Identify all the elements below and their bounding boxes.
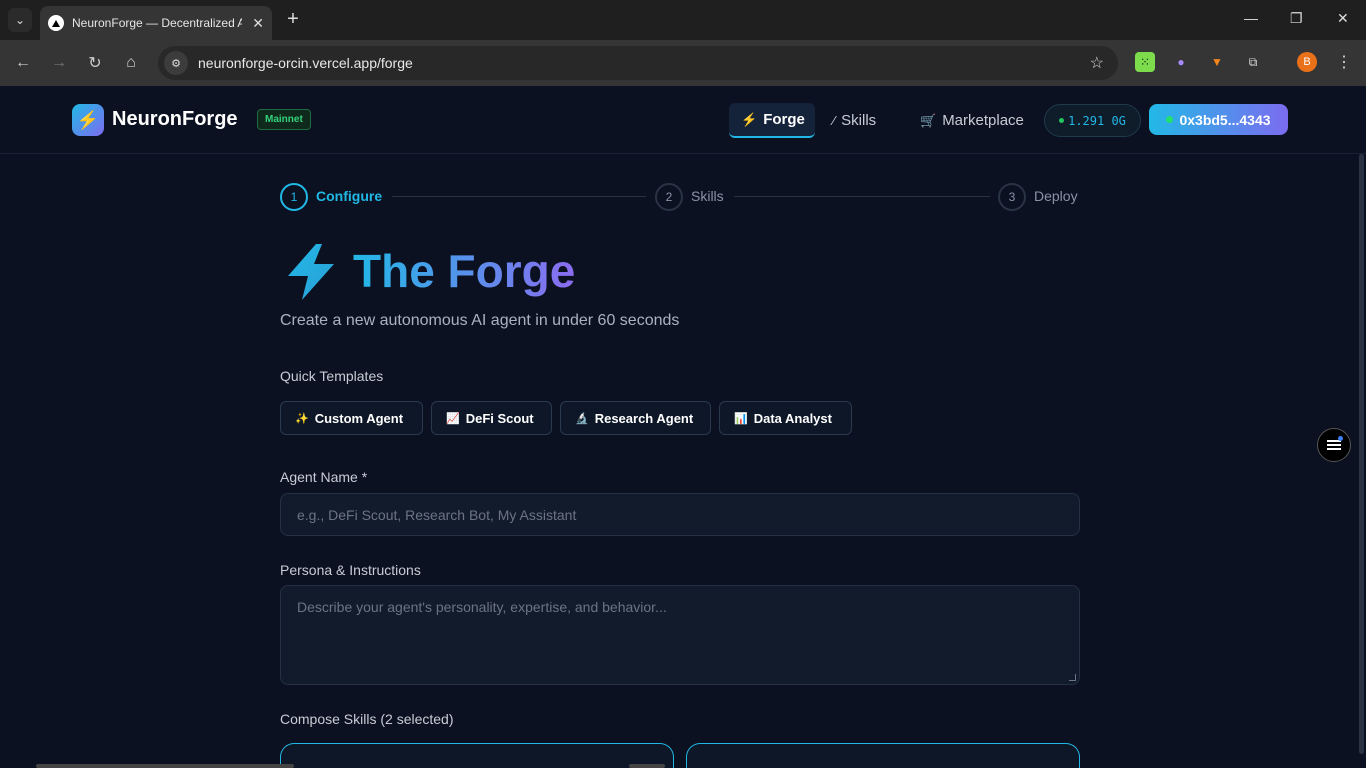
extensions-puzzle-icon[interactable]: ⧉ [1243, 52, 1263, 72]
template-label: Custom Agent [314, 410, 404, 426]
menu-fab-button[interactable] [1317, 428, 1351, 462]
site-header: ⚡ NeuronForge Mainnet ⚡ Forge ⁄ Skills 🛒… [0, 86, 1366, 154]
step-connector [392, 196, 646, 197]
template-research-agent[interactable]: 🔬 Research Agent [560, 401, 711, 435]
skill-card[interactable] [280, 743, 674, 768]
lightning-icon: ⚡ [741, 111, 758, 127]
balance-pill[interactable]: 1.291 0G [1044, 104, 1141, 137]
microscope-icon: 🔬 [575, 412, 589, 425]
profile-avatar[interactable]: B [1297, 52, 1317, 72]
nav-marketplace-label: Marketplace [942, 112, 1024, 129]
new-tab-icon[interactable]: + [282, 8, 304, 30]
forward-icon[interactable]: → [48, 52, 70, 74]
page-content: ⚡ NeuronForge Mainnet ⚡ Forge ⁄ Skills 🛒… [0, 86, 1366, 768]
extension-ghost-icon[interactable]: ● [1171, 52, 1191, 72]
step-3-circle[interactable]: 3 [998, 183, 1026, 211]
extension-dice-icon[interactable]: ⁙ [1135, 52, 1155, 72]
sparkles-icon: ✨ [295, 412, 309, 425]
site-info-icon[interactable]: ⚙ [164, 51, 188, 75]
browser-tab[interactable]: NeuronForge — Decentralized AI ✕ [40, 6, 272, 40]
home-icon[interactable]: ⌂ [120, 52, 142, 74]
template-custom-agent[interactable]: ✨ Custom Agent [280, 401, 423, 435]
tab-title: NeuronForge — Decentralized AI [72, 16, 242, 30]
bookmark-star-icon[interactable]: ☆ [1090, 53, 1104, 73]
favicon-icon [48, 15, 64, 31]
template-label: DeFi Scout [465, 410, 534, 426]
step-2-circle[interactable]: 2 [655, 183, 683, 211]
nav-forge[interactable]: ⚡ Forge [729, 103, 815, 138]
skill-card[interactable] [686, 743, 1080, 768]
nav-forge-label: Forge [763, 111, 805, 128]
url-text[interactable]: neuronforge-orcin.vercel.app/forge [198, 55, 413, 71]
skills-label: Compose Skills (2 selected) [280, 711, 454, 727]
page-subtitle: Create a new autonomous AI agent in unde… [280, 312, 680, 329]
horizontal-scrollbar[interactable] [36, 764, 294, 768]
vertical-scrollbar[interactable] [1359, 154, 1364, 754]
forge-lightning-icon [288, 244, 334, 300]
browser-toolbar: ← → ↻ ⌂ ⚙ neuronforge-orcin.vercel.app/f… [0, 40, 1366, 86]
tab-search-icon[interactable]: ⌄ [8, 8, 32, 32]
step-connector [734, 196, 990, 197]
bar-chart-icon: 📊 [734, 412, 748, 425]
chart-up-icon: 📈 [446, 412, 460, 425]
template-label: Data Analyst [753, 410, 832, 426]
step-2-label[interactable]: Skills [691, 188, 724, 204]
step-3-label[interactable]: Deploy [1034, 188, 1078, 204]
address-bar[interactable]: ⚙ neuronforge-orcin.vercel.app/forge ☆ [158, 46, 1118, 80]
persona-label: Persona & Instructions [280, 562, 421, 578]
horizontal-scrollbar-segment [629, 764, 665, 768]
reload-icon[interactable]: ↻ [84, 52, 106, 74]
extension-fox-icon[interactable]: ▼ [1207, 52, 1227, 72]
logo-text[interactable]: NeuronForge [112, 108, 238, 131]
agent-name-input[interactable]: e.g., DeFi Scout, Research Bot, My Assis… [280, 493, 1080, 536]
connected-dot-icon [1166, 116, 1174, 123]
step-1-label[interactable]: Configure [316, 188, 382, 204]
network-badge: Mainnet [257, 109, 311, 130]
close-tab-icon[interactable]: ✕ [252, 15, 264, 32]
template-data-analyst[interactable]: 📊 Data Analyst [719, 401, 852, 435]
balance-value: 1.291 0G [1068, 113, 1126, 128]
step-1-circle[interactable]: 1 [280, 183, 308, 211]
template-defi-scout[interactable]: 📈 DeFi Scout [431, 401, 552, 435]
back-icon[interactable]: ← [12, 52, 34, 74]
status-dot-icon [1059, 118, 1065, 123]
nav-marketplace[interactable]: 🛒 Marketplace [908, 103, 1036, 138]
browser-tabbar: ⌄ NeuronForge — Decentralized AI ✕ + — ❐… [0, 0, 1366, 40]
cart-icon: 🛒 [920, 112, 937, 128]
persona-textarea[interactable]: Describe your agent's personality, exper… [280, 585, 1080, 685]
logo-lightning-icon[interactable]: ⚡ [72, 104, 104, 136]
templates-label: Quick Templates [280, 368, 384, 384]
wallet-address: 0x3bd5...4343 [1179, 111, 1271, 128]
minimize-icon[interactable]: — [1244, 10, 1258, 26]
resize-handle-icon[interactable] [1069, 674, 1076, 681]
notification-dot-icon [1338, 436, 1343, 441]
restore-icon[interactable]: ❐ [1290, 10, 1303, 27]
browser-menu-icon[interactable]: ⋮ [1336, 52, 1352, 72]
persona-placeholder: Describe your agent's personality, exper… [297, 599, 667, 615]
window-close-icon[interactable]: ✕ [1337, 10, 1349, 27]
wallet-button[interactable]: 0x3bd5...4343 [1149, 104, 1288, 135]
agent-name-label: Agent Name * [280, 469, 368, 485]
wand-icon: ⁄ [833, 113, 836, 128]
template-label: Research Agent [594, 410, 694, 426]
nav-skills-label: Skills [841, 112, 877, 129]
page-title: The Forge [353, 245, 576, 297]
nav-skills[interactable]: ⁄ Skills [821, 103, 888, 138]
